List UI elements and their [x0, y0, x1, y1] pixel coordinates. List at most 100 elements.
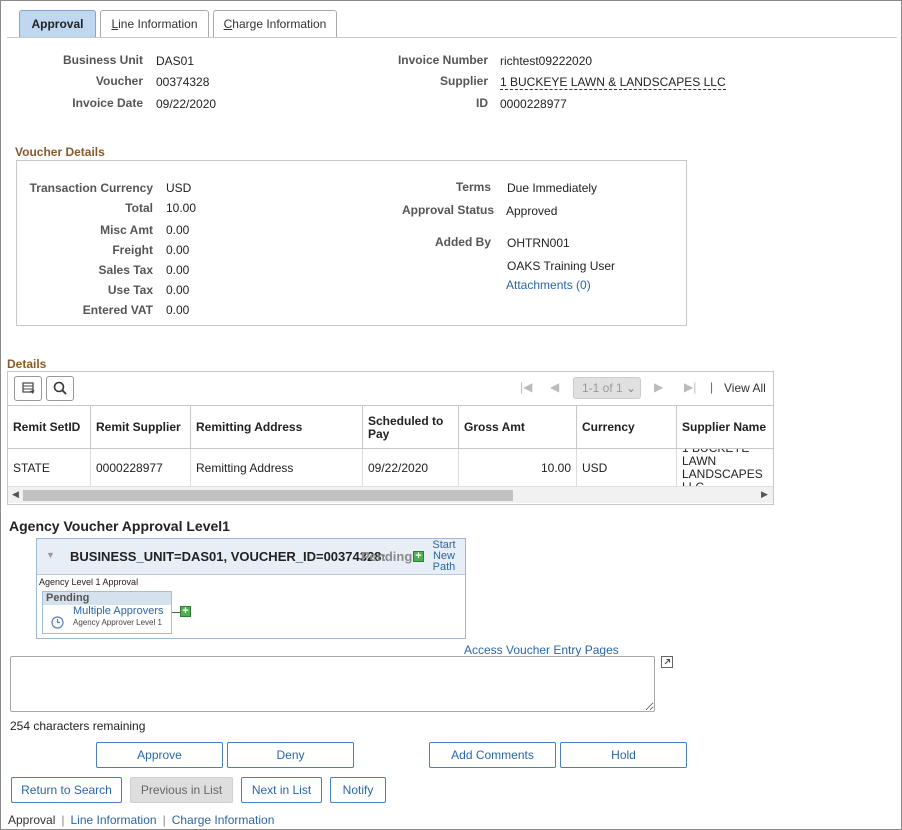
tab-line-information[interactable]: Line Information: [100, 10, 209, 37]
hold-button[interactable]: Hold: [560, 742, 687, 768]
search-icon: [53, 381, 67, 395]
misc-amt-value: 0.00: [166, 223, 190, 237]
grid-settings-icon: [22, 382, 35, 394]
approval-status-label: Approval Status: [401, 203, 494, 217]
page-frame: Approval Line Information Charge Informa…: [0, 0, 902, 830]
last-page-icon[interactable]: ▶|: [684, 380, 696, 394]
invoice-date-value: 09/22/2020: [156, 97, 217, 111]
tab-divider: [7, 37, 897, 38]
tab-charge-information[interactable]: Charge Information: [213, 10, 337, 37]
entered-vat-label: Entered VAT: [82, 303, 153, 317]
tab-approval-label: Approval: [31, 17, 84, 31]
approval-path-key: BUSINESS_UNIT=DAS01, VOUCHER_ID=00374328…: [70, 549, 386, 564]
col-remitting-address[interactable]: Remitting Address: [190, 406, 362, 449]
tab-approval[interactable]: Approval: [19, 10, 96, 37]
details-grid: |◀ ◀ 1-1 of 1 ⌄ ▶ ▶| | View All Remit Se…: [7, 371, 774, 505]
approval-status-value: Approved: [506, 204, 558, 218]
pager-separator: |: [710, 380, 714, 394]
col-currency[interactable]: Currency: [576, 406, 676, 449]
remitting-address-link[interactable]: Remitting Address: [190, 449, 362, 487]
scrollbar-thumb[interactable]: [23, 490, 513, 501]
approve-button[interactable]: Approve: [96, 742, 223, 768]
access-voucher-entry-link[interactable]: Access Voucher Entry Pages: [464, 643, 619, 657]
previous-in-list-button[interactable]: Previous in List: [130, 777, 233, 803]
link-separator: |: [162, 813, 166, 827]
first-page-icon[interactable]: |◀: [520, 380, 532, 394]
expand-textarea-icon[interactable]: [661, 656, 673, 668]
transaction-currency-value: USD: [166, 181, 192, 195]
terms-value: Due Immediately: [507, 181, 598, 195]
find-in-grid-button[interactable]: [46, 376, 74, 401]
misc-amt-label: Misc Amt: [100, 223, 153, 237]
details-title: Details: [7, 357, 47, 371]
cell-remit-supplier: 0000228977: [90, 449, 190, 487]
col-remit-supplier[interactable]: Remit Supplier: [90, 406, 190, 449]
col-supplier-name[interactable]: Supplier Name: [676, 406, 773, 449]
characters-remaining: 254 characters remaining: [10, 719, 146, 733]
total-label: Total: [125, 201, 153, 215]
approver-level-text: Agency Approver Level 1: [73, 618, 162, 627]
deny-button[interactable]: Deny: [227, 742, 354, 768]
voucher-label: Voucher: [95, 74, 143, 88]
next-in-list-button[interactable]: Next in List: [241, 777, 322, 803]
business-unit-value: DAS01: [156, 54, 195, 68]
id-label: ID: [476, 96, 488, 110]
add-icon[interactable]: +: [413, 551, 424, 562]
cell-gross-amt: 10.00: [458, 449, 576, 487]
sales-tax-value: 0.00: [166, 263, 190, 277]
id-value: 0000228977: [500, 97, 567, 111]
cell-supplier-name: 1 BUCKEYE LAWN LANDSCAPES LLC: [676, 449, 773, 487]
col-gross-amt[interactable]: Gross Amt: [458, 406, 576, 449]
chevron-down-icon: ⌄: [626, 381, 637, 395]
invoice-date-label: Invoice Date: [72, 96, 143, 110]
approval-stage-box: Pending Multiple Approvers Agency Approv…: [42, 591, 172, 634]
previous-page-icon[interactable]: ◀: [550, 380, 559, 394]
invoice-number-value: richtest09222020: [500, 54, 593, 68]
notify-button[interactable]: Notify: [330, 777, 386, 803]
bottom-link-charge-information[interactable]: Charge Information: [172, 813, 275, 827]
freight-label: Freight: [112, 243, 153, 257]
add-approver-icon[interactable]: +: [180, 606, 191, 617]
grid-header: Remit SetID Remit Supplier Remitting Add…: [8, 405, 773, 449]
start-new-path-link[interactable]: Start New Path: [424, 540, 464, 573]
terms-label: Terms: [455, 180, 491, 194]
comments-textarea[interactable]: [10, 656, 655, 712]
use-tax-value: 0.00: [166, 283, 190, 297]
approval-level-label: Agency Level 1 Approval: [39, 577, 139, 587]
collapse-triangle-icon[interactable]: ▼: [46, 550, 55, 560]
added-by-name: OAKS Training User: [507, 259, 616, 273]
approval-path-status: Pending: [361, 549, 413, 564]
page-select[interactable]: 1-1 of 1 ⌄: [573, 377, 641, 399]
scroll-left-icon[interactable]: ◀: [12, 489, 19, 500]
return-to-search-button[interactable]: Return to Search: [11, 777, 122, 803]
horizontal-scrollbar[interactable]: ◀ ▶: [8, 486, 773, 503]
stage-status: Pending: [43, 592, 171, 605]
connector-line: [172, 612, 180, 613]
added-by-value: OHTRN001: [507, 236, 570, 250]
col-scheduled-to-pay[interactable]: Scheduled to Pay: [362, 406, 458, 449]
cell-currency: USD: [576, 449, 676, 487]
next-page-icon[interactable]: ▶: [654, 380, 663, 394]
add-comments-button[interactable]: Add Comments: [429, 742, 556, 768]
tab-line-information-label: Line Information: [111, 17, 198, 31]
freight-value: 0.00: [166, 243, 190, 257]
attachments-link[interactable]: Attachments (0): [506, 278, 591, 292]
tab-charge-information-label: Charge Information: [223, 17, 327, 31]
col-remit-setid[interactable]: Remit SetID: [8, 406, 90, 449]
view-all-link[interactable]: View All: [724, 381, 766, 395]
approval-path-box: ▼ BUSINESS_UNIT=DAS01, VOUCHER_ID=003743…: [36, 538, 466, 639]
cell-remit-setid: STATE: [13, 460, 50, 475]
personalize-grid-button[interactable]: [14, 376, 42, 401]
scroll-right-icon[interactable]: ▶: [761, 489, 768, 500]
added-by-label: Added By: [434, 235, 491, 249]
voucher-details-title: Voucher Details: [15, 145, 105, 159]
bottom-link-line-information[interactable]: Line Information: [71, 813, 157, 827]
entered-vat-value: 0.00: [166, 303, 190, 317]
use-tax-label: Use Tax: [107, 283, 153, 297]
supplier-label: Supplier: [439, 74, 488, 88]
supplier-value[interactable]: 1 BUCKEYE LAWN & LANDSCAPES LLC: [500, 75, 726, 90]
bottom-link-approval[interactable]: Approval: [8, 813, 55, 827]
bottom-page-links: Approval | Line Information | Charge Informa…: [8, 813, 274, 827]
multiple-approvers-link[interactable]: Multiple Approvers: [73, 605, 164, 617]
voucher-value: 00374328: [156, 75, 210, 89]
